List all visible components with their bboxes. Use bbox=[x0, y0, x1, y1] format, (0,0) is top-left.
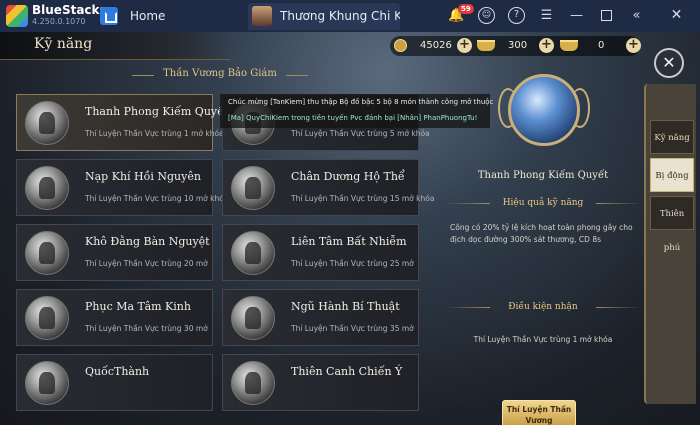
condition-description: Thí Luyện Thần Vực trùng 1 mở khóa bbox=[473, 335, 613, 344]
account-icon[interactable]: ☺ bbox=[478, 7, 495, 24]
condition-heading: Điều kiện nhận bbox=[440, 302, 646, 312]
close-screen-button[interactable]: ✕ bbox=[654, 48, 684, 78]
skill-emblem-icon bbox=[498, 70, 590, 152]
expand-icon[interactable]: « bbox=[628, 7, 645, 24]
trial-button[interactable]: Thí Luyện Thần Vương bbox=[502, 400, 576, 425]
skill-requirement: Thí Luyện Thần Vực trùng 20 mở bbox=[85, 259, 208, 268]
skill-requirement: Thí Luyện Thần Vực trùng 5 mở khóa bbox=[291, 129, 430, 138]
skill-requirement: Thí Luyện Thần Vực trùng 25 mở bbox=[291, 259, 414, 268]
skill-requirement: Thí Luyện Thần Vực trùng 35 mở bbox=[291, 324, 414, 333]
skill-card[interactable]: Nạp Khí Hồi Nguyên Thí Luyện Thần Vực tr… bbox=[16, 159, 228, 216]
gold-value: 45026 bbox=[420, 40, 452, 51]
gold-coin-icon bbox=[394, 39, 407, 52]
close-window-icon[interactable]: ✕ bbox=[668, 7, 685, 24]
tab-home[interactable]: Home bbox=[96, 3, 244, 30]
screen-title-bar: Kỹ năng bbox=[0, 32, 230, 60]
add-ingot-button[interactable]: + bbox=[539, 38, 554, 53]
tab-passive[interactable]: Bị động bbox=[650, 158, 694, 192]
skill-card[interactable]: QuốcThành bbox=[16, 354, 213, 411]
bound-ingot-icon bbox=[560, 40, 578, 51]
skill-card[interactable]: Khô Đằng Bàn Nguyệt Thí Luyện Thần Vực t… bbox=[16, 224, 213, 281]
section-heading: Thần Vương Bảo Giám bbox=[120, 68, 320, 84]
skill-requirement: Thí Luyện Thần Vực trùng 15 mở khóa bbox=[291, 194, 435, 203]
ingot-value: 300 bbox=[508, 40, 528, 51]
skill-name: Phục Ma Tâm Kinh bbox=[85, 300, 191, 313]
bluestacks-logo-icon bbox=[6, 5, 28, 27]
tab-skills[interactable]: Kỹ năng bbox=[650, 120, 694, 154]
skill-card[interactable]: Ngũ Hành Bí Thuật Thí Luyện Thần Vực trù… bbox=[222, 289, 419, 346]
game-screen: Kỹ năng 45026 + 300 + 0 + ✕ Thần Vương B… bbox=[0, 32, 700, 425]
bluestacks-titlebar: BlueStacks 4.250.0.1070 Home Thương Khun… bbox=[0, 0, 700, 32]
skill-orb-icon bbox=[25, 166, 69, 210]
skill-orb-icon bbox=[231, 231, 275, 275]
skill-orb-icon bbox=[25, 231, 69, 275]
add-gold-button[interactable]: + bbox=[457, 38, 472, 53]
tab-home-label: Home bbox=[130, 9, 166, 23]
skill-name: Nạp Khí Hồi Nguyên bbox=[85, 170, 201, 183]
skill-card[interactable]: Chân Dương Hộ Thể Thí Luyện Thần Vực trù… bbox=[222, 159, 434, 216]
skill-requirement: Thí Luyện Thần Vực trùng 1 mở khóa bbox=[85, 129, 224, 138]
skill-requirement: Thí Luyện Thần Vực trùng 10 mở khóa bbox=[85, 194, 229, 203]
skill-orb-icon bbox=[25, 361, 69, 405]
skill-card[interactable]: Phục Ma Tâm Kinh Thí Luyện Thần Vực trùn… bbox=[16, 289, 213, 346]
skill-name: Khô Đằng Bàn Nguyệt bbox=[85, 235, 210, 248]
skill-orb-icon bbox=[231, 296, 275, 340]
bound-ingot-value: 0 bbox=[598, 40, 605, 51]
skill-card[interactable]: Thanh Phong Kiếm Quyết Thí Luyện Thần Vự… bbox=[16, 94, 228, 151]
side-tab-bar: Kỹ năng Bị động Thiên phú bbox=[644, 84, 696, 404]
home-icon bbox=[100, 7, 118, 25]
skill-name: Chân Dương Hộ Thể bbox=[291, 170, 405, 183]
skill-orb-icon bbox=[25, 296, 69, 340]
game-thumbnail-icon bbox=[252, 6, 272, 26]
skill-card[interactable]: Liên Tâm Bất Nhiễm Thí Luyện Thần Vực tr… bbox=[222, 224, 419, 281]
maximize-icon[interactable] bbox=[598, 7, 615, 24]
detail-skill-name: Thanh Phong Kiếm Quyết bbox=[477, 170, 609, 181]
add-bound-ingot-button[interactable]: + bbox=[626, 38, 641, 53]
help-icon[interactable]: ? bbox=[508, 7, 525, 24]
skill-name: Ngũ Hành Bí Thuật bbox=[291, 300, 400, 313]
screen-title: Kỹ năng bbox=[34, 36, 93, 52]
skill-name: Thanh Phong Kiếm Quyết bbox=[85, 105, 229, 118]
minimize-icon[interactable]: — bbox=[568, 7, 585, 24]
skill-requirement: Thí Luyện Thần Vực trùng 30 mở bbox=[85, 324, 208, 333]
skill-orb-icon bbox=[231, 361, 275, 405]
section-title: Thần Vương Bảo Giám bbox=[163, 68, 277, 79]
ingot-icon bbox=[477, 40, 495, 51]
menu-icon[interactable]: ☰ bbox=[538, 7, 555, 24]
skill-card[interactable]: Thiên Canh Chiến Ý bbox=[222, 354, 419, 411]
app-version: 4.250.0.1070 bbox=[32, 17, 86, 26]
effect-heading: Hiệu quả kỹ năng bbox=[440, 198, 646, 208]
tab-game[interactable]: Thương Khung Chi Ki bbox=[248, 3, 400, 30]
tab-talent[interactable]: Thiên phú bbox=[650, 196, 694, 253]
skill-detail-panel: Thanh Phong Kiếm Quyết Hiệu quả kỹ năng … bbox=[440, 70, 646, 425]
skill-grid: Thanh Phong Kiếm Quyết Thí Luyện Thần Vự… bbox=[16, 94, 434, 425]
skill-orb-icon bbox=[231, 166, 275, 210]
skill-name: QuốcThành bbox=[85, 365, 150, 378]
tab-game-label: Thương Khung Chi Ki bbox=[280, 9, 400, 23]
skill-name: Liên Tâm Bất Nhiễm bbox=[291, 235, 407, 248]
notification-badge: 59 bbox=[458, 4, 474, 14]
skill-orb-icon bbox=[25, 101, 69, 145]
effect-description: Công có 20% tỷ lệ kích hoạt toàn phong g… bbox=[450, 223, 633, 244]
skill-name: Thiên Canh Chiến Ý bbox=[291, 365, 403, 378]
